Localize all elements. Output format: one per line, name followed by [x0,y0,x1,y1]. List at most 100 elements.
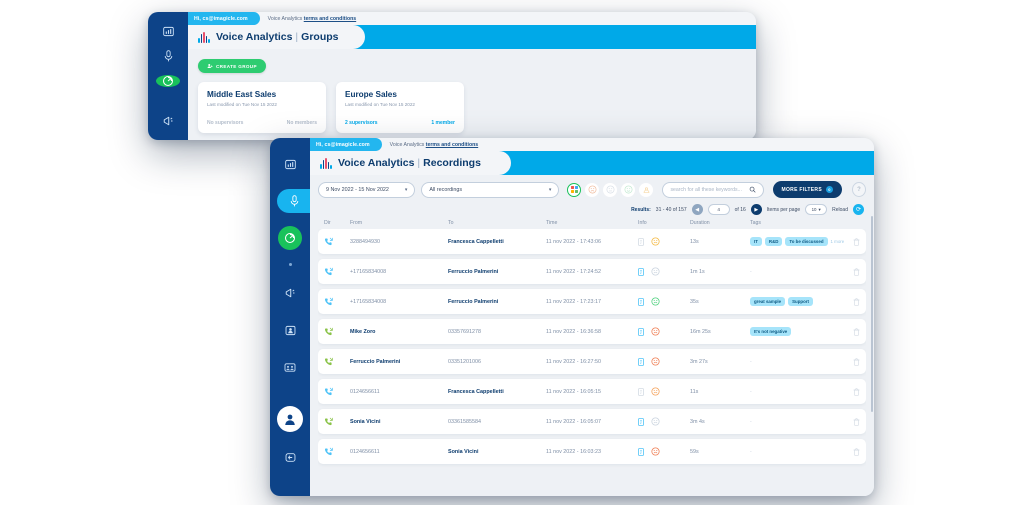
sentiment-icon[interactable] [651,417,660,426]
group-members[interactable]: 1 member [431,120,455,126]
sentiment-icon[interactable] [651,357,660,366]
sentiment-icon[interactable] [651,327,660,336]
sentiment-icon[interactable] [651,237,660,246]
cell-from: Sonia Vicini [350,419,448,425]
sidebar-item-users[interactable] [277,318,303,342]
transcript-icon[interactable] [638,268,644,276]
cell-actions [844,358,860,366]
account-email-pill[interactable]: Hi, cs@imagicle.com [188,12,260,25]
sentiment-icon[interactable] [651,267,660,276]
cell-info [638,447,690,456]
sentiment-icon[interactable] [651,387,660,396]
delete-icon[interactable] [853,238,860,246]
screenshot-stage: Hi, cs@imagicle.com Voice Analytics term… [0,0,1024,505]
table-row[interactable]: 0124656611Francesca Cappelletti11 nov 20… [318,379,866,404]
help-button[interactable]: ? [852,182,866,197]
table-row[interactable]: Sonia Vicini0336158558411 nov 2022 - 16:… [318,409,866,434]
cell-duration: 16m 25s [690,329,750,335]
date-range-select[interactable]: 9 Nov 2022 - 15 Nov 2022 ▾ [318,182,415,198]
sidebar-item-dashboard[interactable] [155,26,181,37]
tag-chip[interactable]: To be discussed [785,237,827,246]
tags-empty: - [750,449,752,455]
groups-body: CREATE GROUP Middle East Sales Last modi… [188,49,756,140]
cell-duration: 59s [690,449,750,455]
table-row[interactable]: 0124656611Sonia Vicini11 nov 2022 - 16:0… [318,439,866,464]
terms-link[interactable]: terms and conditions [304,16,356,22]
delete-icon[interactable] [853,358,860,366]
cell-tags: - [750,359,844,365]
cell-tags: It's not negative [750,327,844,336]
group-card[interactable]: Middle East Sales Last modified on Tue N… [198,82,326,133]
terms-and-conditions: Voice Analytics terms and conditions [390,142,479,148]
table-row[interactable]: Mike Zoro0335769127811 nov 2022 - 16:36:… [318,319,866,344]
current-page-input[interactable]: 4 [708,204,730,215]
delete-icon[interactable] [853,298,860,306]
sidebar-item-campaigns[interactable] [155,115,181,127]
reload-button[interactable]: ⟳ [853,204,864,215]
more-filters-button[interactable]: MORE FILTERS 0 [773,181,842,198]
tag-chip[interactable]: R&D [765,237,783,246]
delete-icon[interactable] [853,268,860,276]
delete-icon[interactable] [853,448,860,456]
sidebar-item-logout[interactable] [277,445,303,469]
filter-flagged-icon[interactable] [639,183,653,197]
tag-chip[interactable]: It's not negative [750,327,791,336]
transcript-icon[interactable] [638,328,644,336]
chevron-down-icon: ▾ [818,207,820,213]
delete-icon[interactable] [853,418,860,426]
previous-page-button[interactable]: ◀ [692,204,703,215]
transcript-icon[interactable] [638,448,644,456]
transcript-icon[interactable] [638,238,644,246]
filter-neutral-icon[interactable] [603,183,617,197]
cell-info [638,327,690,336]
transcript-icon[interactable] [638,358,644,366]
tag-chip[interactable]: great sample [750,297,785,306]
sidebar-item-live-record[interactable] [156,75,180,87]
cell-tags: - [750,389,844,395]
vertical-scrollbar[interactable] [871,216,874,412]
cell-info [638,237,690,246]
search-input[interactable]: search for all these keywords... [662,182,763,198]
transcript-icon[interactable] [638,418,644,426]
sentiment-icon[interactable] [651,447,660,456]
grid-glyph [571,186,578,193]
recordings-sidebar [270,138,310,496]
group-supervisors[interactable]: 2 supervisors [345,120,378,126]
terms-link[interactable]: terms and conditions [426,142,478,148]
search-icon [749,186,756,193]
table-row[interactable]: +17165834008Ferruccio Palmerini11 nov 20… [318,289,866,314]
sidebar-item-recordings[interactable] [155,50,181,62]
account-email-pill[interactable]: Hi, cs@imagicle.com [310,138,382,151]
delete-icon[interactable] [853,388,860,396]
sidebar-item-campaigns[interactable] [277,281,303,305]
next-page-button[interactable]: ▶ [751,204,762,215]
voice-analytics-logo-icon [320,158,332,169]
table-row[interactable]: 3288494930Francesca Cappelletti11 nov 20… [318,229,866,254]
recordings-body: 9 Nov 2022 - 15 Nov 2022 ▾ All recording… [310,175,874,496]
group-supervisors[interactable]: No supervisors [207,120,243,126]
sidebar-item-dashboard[interactable] [277,152,303,176]
all-categories-icon[interactable] [567,183,581,197]
table-row[interactable]: +17165834008Ferruccio Palmerini11 nov 20… [318,259,866,284]
sentiment-icon[interactable] [651,297,660,306]
items-per-page-select[interactable]: 10 ▾ [805,204,827,215]
create-group-button[interactable]: CREATE GROUP [198,59,266,73]
tag-chip[interactable]: IT [750,237,762,246]
recordings-filter-select[interactable]: All recordings ▾ [421,182,559,198]
sidebar-item-live-record[interactable] [278,226,302,250]
delete-icon[interactable] [853,328,860,336]
group-members[interactable]: No members [287,120,317,126]
group-card[interactable]: Europe Sales Last modified on Tue Nov 15… [336,82,464,133]
transcript-icon[interactable] [638,388,644,396]
tags-more-link[interactable]: 1 more [831,239,845,244]
filter-negative-icon[interactable] [585,183,599,197]
tags-empty: - [750,389,752,395]
filter-positive-icon[interactable] [621,183,635,197]
sidebar-item-recordings[interactable] [277,189,311,213]
table-row[interactable]: Ferruccio Palmerini0335120100611 nov 202… [318,349,866,374]
sidebar-item-groups[interactable] [277,355,303,379]
cell-info [638,267,690,276]
tag-chip[interactable]: Support [788,297,813,306]
sidebar-user-avatar[interactable] [277,406,303,432]
transcript-icon[interactable] [638,298,644,306]
